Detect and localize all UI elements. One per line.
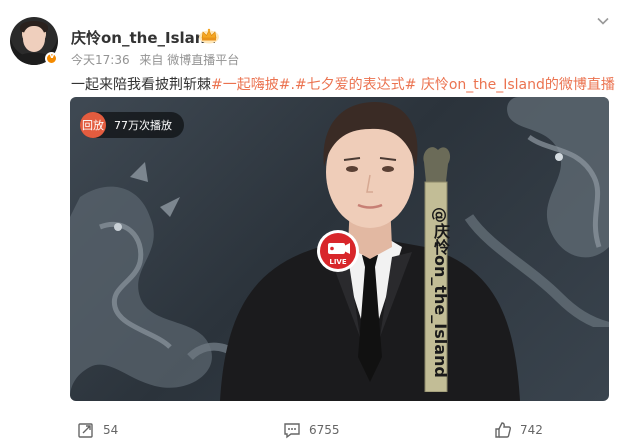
avatar-face bbox=[23, 26, 45, 52]
live-link[interactable]: 庆怜on_the_Island的微博直播 bbox=[416, 77, 615, 93]
comment-icon bbox=[284, 423, 300, 439]
play-count: 77万次播放 bbox=[114, 119, 172, 132]
live-play-icon[interactable]: LIVE bbox=[316, 229, 360, 273]
like-count: 742 bbox=[520, 423, 543, 437]
live-label: LIVE bbox=[329, 258, 346, 266]
post-time[interactable]: 今天17:36 bbox=[71, 53, 130, 67]
post-text: 一起来陪我看披荆斩棘#一起嗨披#.#七夕爱的表达式# 庆怜on_the_Isla… bbox=[71, 74, 615, 94]
post-meta: 今天17:36 来自 微博直播平台 bbox=[71, 51, 245, 68]
chevron-down-icon[interactable] bbox=[596, 14, 610, 28]
repost-icon bbox=[78, 423, 93, 438]
post-hashtags[interactable]: #一起嗨披#.#七夕爱的表达式# bbox=[211, 77, 416, 93]
name-banner-text: @庆怜on_the_Island bbox=[431, 207, 450, 378]
weibo-post: 庆怜on_the_Island 今天17:36 来自 微博直播平台 一起来陪我看… bbox=[0, 0, 623, 447]
thumbs-up-icon bbox=[495, 422, 511, 438]
repost-button[interactable]: 54 bbox=[77, 415, 118, 445]
action-bar: 54 6755 742 bbox=[0, 415, 623, 447]
post-source[interactable]: 来自 微博直播平台 bbox=[139, 53, 239, 67]
crown-icon[interactable] bbox=[198, 27, 220, 44]
username[interactable]: 庆怜on_the_Island bbox=[71, 27, 216, 48]
like-button[interactable]: 742 bbox=[494, 415, 543, 445]
video-player[interactable]: 回放 77万次播放 LIVE @庆怜on_the_Island bbox=[70, 97, 609, 401]
post-text-plain: 一起来陪我看披荆斩棘 bbox=[71, 77, 211, 93]
comment-count: 6755 bbox=[309, 423, 340, 437]
replay-tag: 回放 bbox=[80, 112, 106, 138]
comment-button[interactable]: 6755 bbox=[283, 415, 340, 445]
host-portrait-image bbox=[220, 102, 520, 401]
verified-badge-icon bbox=[45, 51, 58, 65]
replay-badge: 回放 77万次播放 bbox=[80, 112, 184, 138]
repost-count: 54 bbox=[103, 423, 119, 437]
